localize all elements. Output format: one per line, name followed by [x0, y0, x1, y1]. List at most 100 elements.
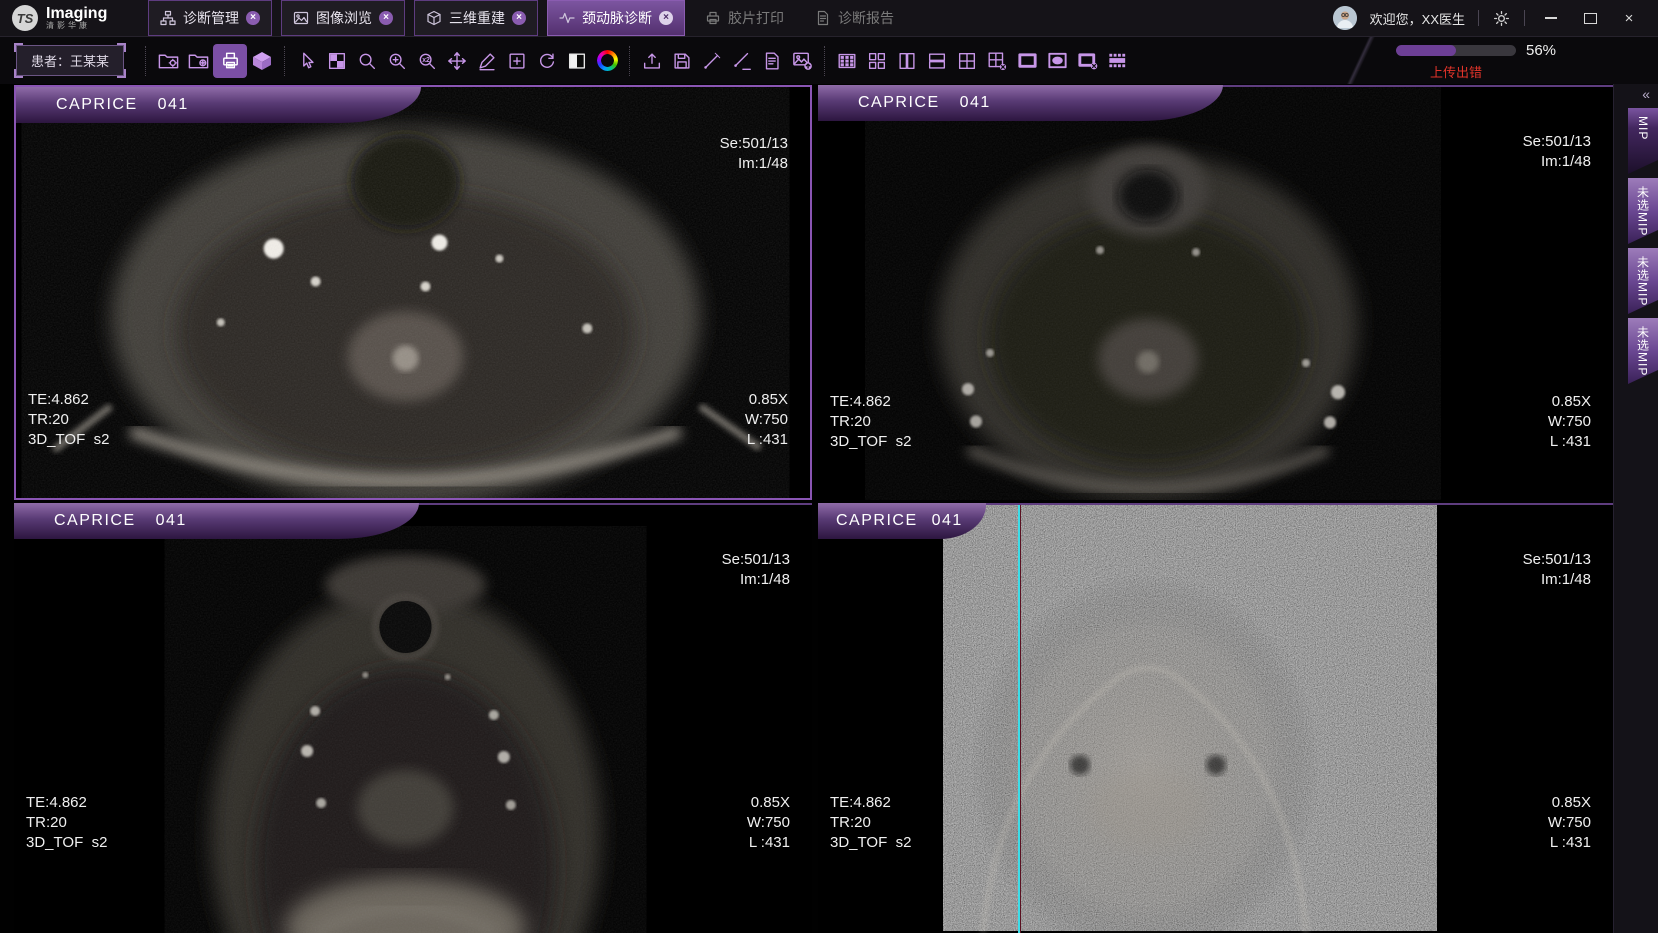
settings-gear-icon[interactable]	[1492, 9, 1511, 28]
series-number: 041	[960, 94, 991, 112]
checkerboard-icon[interactable]	[322, 44, 352, 78]
mip-image	[818, 503, 1613, 933]
close-tab-icon[interactable]: ×	[512, 11, 526, 25]
probe-line-icon[interactable]	[727, 44, 757, 78]
series-image-info: Se:501/13Im:1/48	[1523, 510, 1591, 630]
tab-diagnosis-management[interactable]: 诊断管理 ×	[148, 0, 272, 36]
patient-label: 患者：王某某	[16, 45, 124, 76]
divider	[1478, 10, 1479, 26]
sidebar-tab-unselected-mip-3[interactable]: 未选MIP	[1628, 318, 1658, 384]
crosshair-line	[1018, 505, 1020, 933]
series-ribbon: CAPRICE 041	[818, 85, 1223, 121]
tab-image-browse[interactable]: 图像浏览 ×	[281, 0, 405, 36]
series-number: 041	[158, 96, 189, 114]
close-tab-icon[interactable]: ×	[659, 11, 673, 25]
save-icon[interactable]	[667, 44, 697, 78]
mri-image	[14, 503, 812, 933]
layout-2row-icon[interactable]	[922, 44, 952, 78]
upload-status: 56% 上传出错	[1396, 42, 1566, 81]
shape-rect-icon[interactable]	[1012, 44, 1042, 78]
zoom-x2-icon[interactable]: x2	[412, 44, 442, 78]
tab-diagnosis-report[interactable]: 诊断报告	[804, 0, 905, 36]
series-image-info: Se:501/13Im:1/48	[1523, 92, 1591, 212]
device-name: CAPRICE	[56, 96, 138, 114]
waveform-icon	[559, 10, 575, 26]
layout-grid-remove-icon[interactable]	[982, 44, 1012, 78]
measure-pencil-icon[interactable]	[472, 44, 502, 78]
user-avatar[interactable]	[1333, 6, 1357, 30]
mri-image	[818, 85, 1613, 500]
cube-icon	[426, 10, 442, 26]
series-number: 041	[156, 512, 187, 530]
sidebar-tab-unselected-mip-2[interactable]: 未选MIP	[1628, 248, 1658, 314]
filmstrip-icon[interactable]	[1102, 44, 1132, 78]
layout-grid-filled-icon[interactable]	[832, 44, 862, 78]
search-icon[interactable]	[352, 44, 382, 78]
layout-2x2-icon[interactable]	[952, 44, 982, 78]
zoom-in-icon[interactable]	[382, 44, 412, 78]
pan-icon[interactable]	[442, 44, 472, 78]
printer-icon	[705, 10, 721, 26]
upload-progress-bar	[1396, 45, 1516, 56]
folder-settings-icon[interactable]	[153, 44, 183, 78]
toolbar-separator	[824, 46, 825, 76]
series-image-info: Se:501/13Im:1/48	[720, 94, 788, 214]
acquisition-info: TE:4.862TR:203D_TOF s2	[830, 753, 911, 893]
right-panel: « MIP 未选MIP 未选MIP 未选MIP	[1613, 84, 1658, 933]
tab-label: 诊断管理	[183, 8, 239, 28]
image-export-icon[interactable]	[787, 44, 817, 78]
acquisition-info: TE:4.862TR:203D_TOF s2	[830, 352, 911, 492]
viewport-top-right[interactable]: CAPRICE 041 Se:501/13Im:1/48 TE:4.862TR:…	[818, 85, 1613, 500]
print-icon[interactable]	[213, 44, 247, 78]
app-name-sub: 清影华康	[46, 21, 107, 30]
probe-icon[interactable]	[697, 44, 727, 78]
sidebar-tab-mip[interactable]: MIP	[1628, 108, 1658, 174]
viewport-top-left[interactable]: CAPRICE 041 Se:501/13Im:1/48 TE:4.862TR:…	[14, 85, 812, 500]
acquisition-info: TE:4.862TR:203D_TOF s2	[28, 350, 109, 490]
upload-icon[interactable]	[637, 44, 667, 78]
tab-film-print[interactable]: 胶片打印	[694, 0, 795, 36]
device-name: CAPRICE	[858, 94, 940, 112]
acquisition-info: TE:4.862TR:203D_TOF s2	[26, 753, 107, 893]
app-window: TS Imaging 清影华康 诊断管理 × 图像浏览 ×	[0, 0, 1658, 933]
layout-blocks-icon[interactable]	[862, 44, 892, 78]
sitemap-icon	[160, 10, 176, 26]
layout-2col-icon[interactable]	[892, 44, 922, 78]
shape-ellipse-icon[interactable]	[1042, 44, 1072, 78]
tab-3d-reconstruction[interactable]: 三维重建 ×	[414, 0, 538, 36]
toolbar: 患者：王某某 x2	[0, 36, 1658, 84]
volume-3d-icon[interactable]	[247, 44, 277, 78]
tab-carotid-diagnosis[interactable]: 颈动脉诊断 ×	[547, 0, 685, 36]
main-nav-tabs: 诊断管理 × 图像浏览 × 三维重建 × 颈动	[148, 0, 905, 36]
close-window-button[interactable]: ×	[1616, 7, 1642, 29]
series-number: 041	[932, 512, 963, 530]
viewport-bottom-right[interactable]: CAPRICE 041 Se:501/13Im:1/48 TE:4.862TR:…	[818, 503, 1613, 933]
rotate-icon[interactable]	[532, 44, 562, 78]
welcome-text: 欢迎您，XX医生	[1370, 9, 1465, 28]
viewport-bottom-left[interactable]: CAPRICE 041 Se:501/13Im:1/48 TE:4.862TR:…	[14, 503, 812, 933]
folder-add-icon[interactable]	[183, 44, 213, 78]
series-ribbon: CAPRICE 041	[818, 503, 986, 539]
maximize-button[interactable]	[1577, 7, 1603, 29]
sidebar-tab-unselected-mip-1[interactable]: 未选MIP	[1628, 178, 1658, 244]
cursor-icon[interactable]	[292, 44, 322, 78]
toolbar-separator	[145, 46, 146, 76]
add-frame-icon[interactable]	[502, 44, 532, 78]
divider	[1524, 10, 1525, 26]
report-doc-icon[interactable]	[757, 44, 787, 78]
svg-text:x2: x2	[422, 57, 430, 64]
device-name: CAPRICE	[54, 512, 136, 530]
tab-label: 图像浏览	[316, 8, 372, 28]
window-level-icon[interactable]	[562, 44, 592, 78]
window-level-info: 0.85XW:750L :431	[1548, 753, 1591, 893]
shape-rect-remove-icon[interactable]	[1072, 44, 1102, 78]
minimize-button[interactable]	[1538, 7, 1564, 29]
close-tab-icon[interactable]: ×	[379, 11, 393, 25]
tab-label: 诊断报告	[838, 8, 894, 28]
close-tab-icon[interactable]: ×	[246, 11, 260, 25]
color-wheel-icon[interactable]	[592, 44, 622, 78]
collapse-panel-button[interactable]: «	[1614, 84, 1658, 108]
upload-percent: 56%	[1526, 42, 1556, 59]
logo-icon: TS	[12, 5, 38, 31]
toolbar-separator	[629, 46, 630, 76]
